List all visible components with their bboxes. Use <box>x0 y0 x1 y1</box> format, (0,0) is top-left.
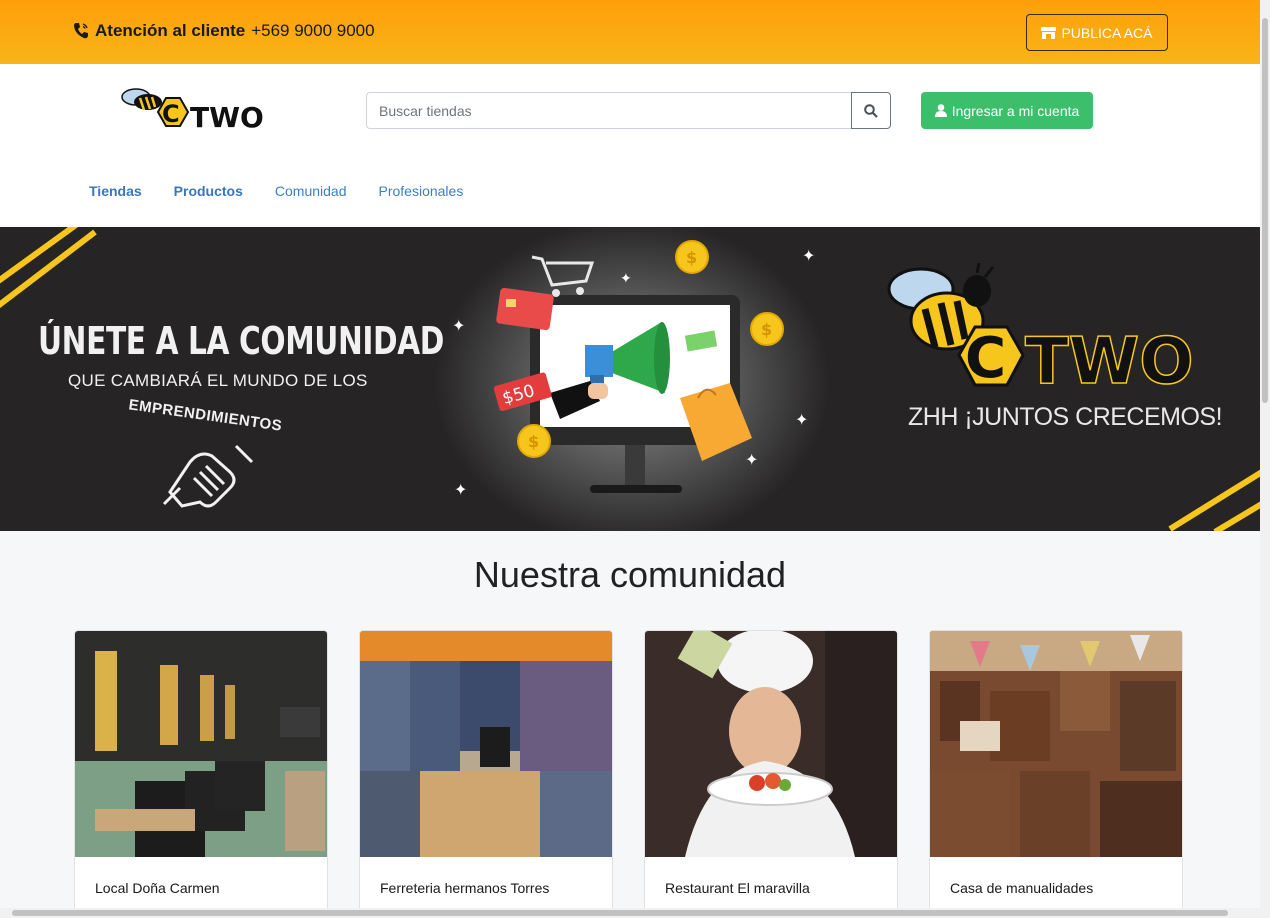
login-label: Ingresar a mi cuenta <box>951 102 1080 119</box>
store-image <box>930 631 1182 857</box>
store-name: Local Doña Carmen <box>95 880 220 896</box>
svg-text:$: $ <box>686 248 697 267</box>
search-input[interactable] <box>366 92 851 129</box>
search-icon <box>864 103 878 118</box>
handshake-icon <box>162 444 254 508</box>
top-bar: Atención al cliente +569 9000 9000 PUBLI… <box>0 0 1260 64</box>
customer-service-contact: Atención al cliente +569 9000 9000 <box>73 21 375 41</box>
store-card[interactable]: Casa de manualidades <box>929 630 1183 918</box>
svg-text:$: $ <box>761 320 772 339</box>
nav-productos[interactable]: Productos <box>174 183 243 199</box>
svg-text:✦: ✦ <box>745 452 758 469</box>
header: C TWO Ingresar a mi cuenta Tiendas Produ… <box>0 64 1260 227</box>
marketing-illustration: $50 $ $ $ ✦ ✦ ✦ ✦ ✦ ✦ <box>452 240 815 499</box>
banner-slogan: ZHH ¡JUNTOS CRECEMOS! <box>908 403 1223 431</box>
horizontal-scroll-thumb[interactable] <box>12 910 1228 916</box>
store-card[interactable]: Local Doña Carmen <box>74 630 328 918</box>
horizontal-scrollbar[interactable] <box>0 908 1270 918</box>
section-title: Nuestra comunidad <box>473 554 787 595</box>
svg-text:✦: ✦ <box>795 412 808 429</box>
search-button[interactable] <box>851 92 891 129</box>
nav-tiendas[interactable]: Tiendas <box>89 183 142 199</box>
contact-phone: +569 9000 9000 <box>251 21 375 40</box>
logo-text: TWO <box>190 101 264 134</box>
main-nav: Tiendas Productos Comunidad Profesionale… <box>89 183 495 199</box>
nav-comunidad[interactable]: Comunidad <box>275 183 347 199</box>
nav-profesionales[interactable]: Profesionales <box>379 183 464 199</box>
store-icon <box>1041 26 1057 39</box>
vertical-scroll-thumb[interactable] <box>1262 18 1268 403</box>
ctwo-logo[interactable]: C TWO <box>118 84 280 136</box>
store-image <box>75 631 327 857</box>
search-bar <box>366 92 891 129</box>
hero-banner[interactable]: ÚNETE A LA COMUNIDAD QUE CAMBIARÁ EL MUN… <box>0 227 1260 531</box>
svg-text:✦: ✦ <box>454 482 467 499</box>
vertical-scrollbar[interactable] <box>1260 0 1270 908</box>
phone-icon <box>74 23 88 39</box>
publish-button[interactable]: PUBLICA ACÁ <box>1026 14 1168 51</box>
store-image <box>360 631 612 857</box>
svg-text:$: $ <box>528 432 539 451</box>
banner-subtitle: QUE CAMBIARÁ EL MUNDO DE LOS <box>68 371 368 390</box>
svg-text:✦: ✦ <box>620 270 632 286</box>
banner-logo-text: TWO <box>1025 325 1194 395</box>
contact-label: Atención al cliente <box>95 21 246 40</box>
store-card[interactable]: Restaurant El maravilla <box>644 630 898 918</box>
publish-label: PUBLICA ACÁ <box>1061 24 1153 41</box>
login-button[interactable]: Ingresar a mi cuenta <box>921 92 1093 129</box>
store-name: Restaurant El maravilla <box>665 880 810 896</box>
banner-ctwo-logo: C TWO <box>887 262 1194 395</box>
banner-title: ÚNETE A LA COMUNIDAD <box>38 319 445 363</box>
store-name: Casa de manualidades <box>950 880 1094 896</box>
svg-text:✦: ✦ <box>802 248 815 265</box>
user-icon <box>934 104 947 117</box>
store-name: Ferreteria hermanos Torres <box>380 880 550 896</box>
banner-logo-letter: C <box>965 326 1006 391</box>
svg-text:✦: ✦ <box>452 318 465 335</box>
store-card[interactable]: Ferreteria hermanos Torres <box>359 630 613 918</box>
logo-letter: C <box>162 100 180 128</box>
store-image <box>645 631 897 857</box>
